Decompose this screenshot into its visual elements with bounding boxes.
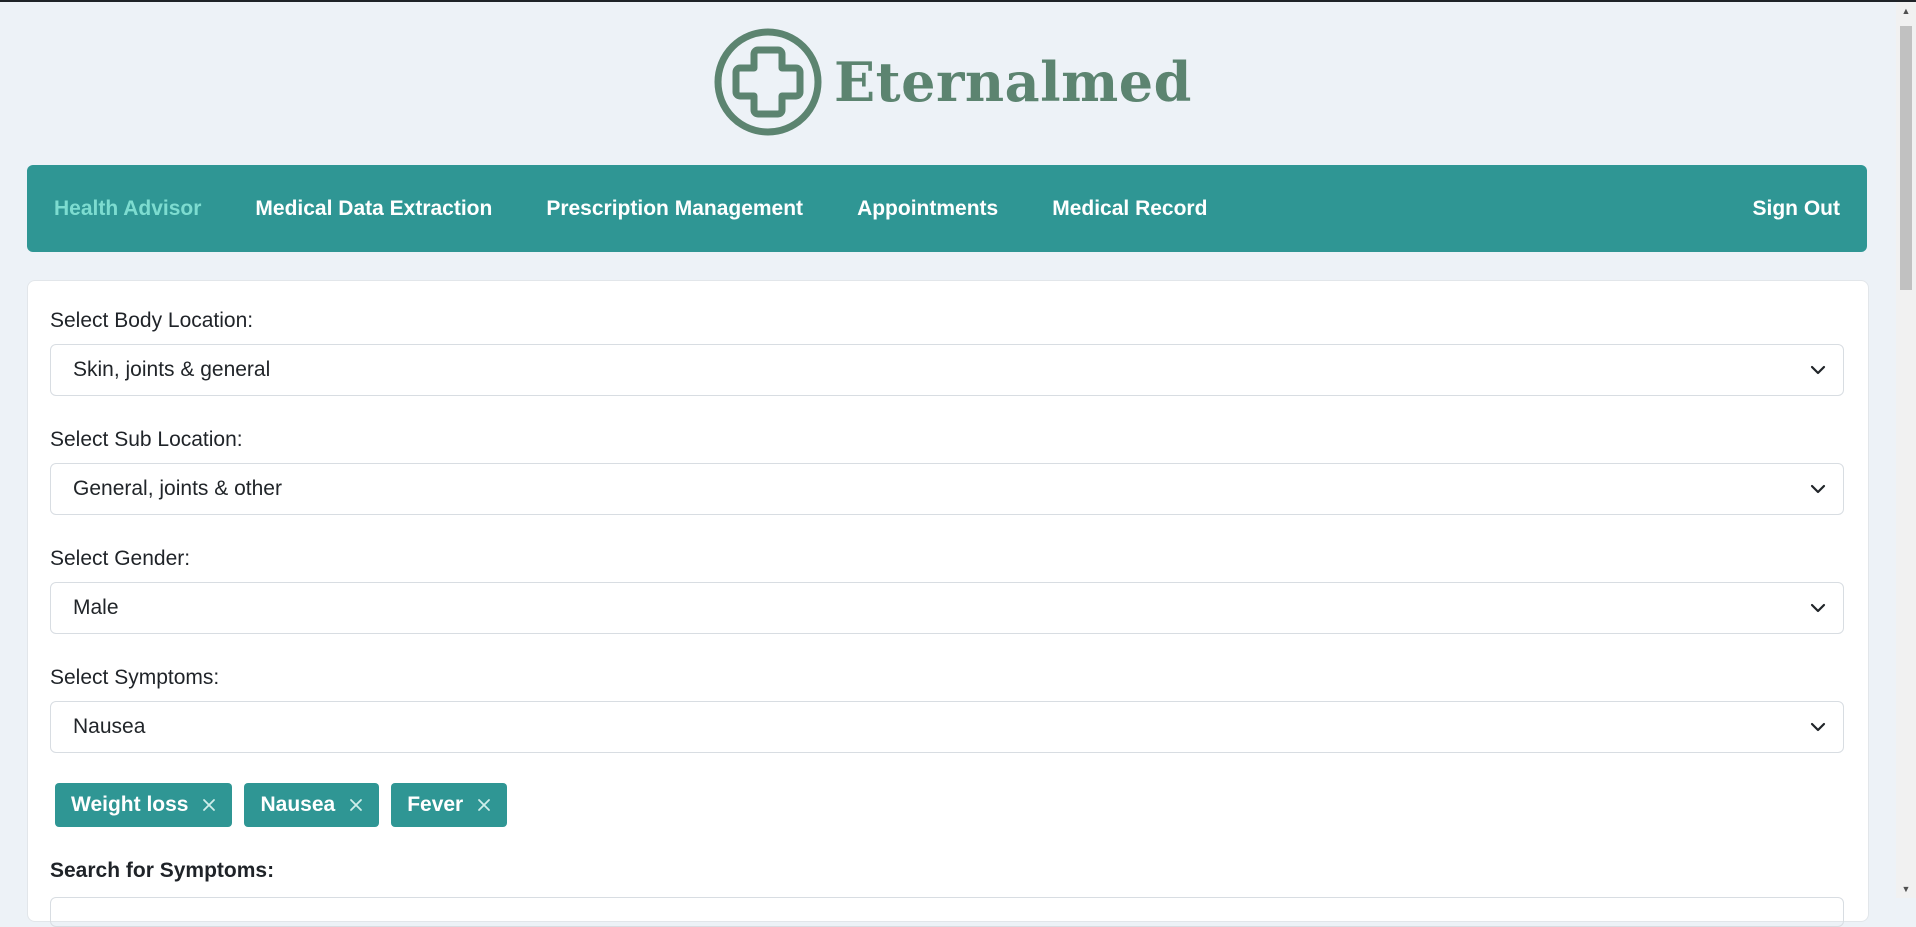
symptom-tag-label: Fever	[407, 793, 464, 816]
app-name: Eternalmed	[834, 50, 1192, 114]
chevron-down-icon	[1810, 722, 1826, 732]
symptoms-value: Nausea	[73, 715, 146, 738]
search-symptoms-input[interactable]	[50, 897, 1844, 927]
sign-out-link[interactable]: Sign Out	[1753, 197, 1841, 221]
body-location-label: Select Body Location:	[50, 309, 254, 332]
nav-item-health-advisor[interactable]: Health Advisor	[54, 197, 201, 221]
app-logo: Eternalmed	[714, 28, 1192, 136]
gender-label: Select Gender:	[50, 547, 191, 570]
symptom-tag-label: Nausea	[260, 793, 336, 816]
chevron-down-icon	[1810, 484, 1826, 494]
symptom-tag: Nausea	[244, 783, 380, 827]
selected-symptoms-tags: Weight loss Nausea Fever	[55, 783, 508, 827]
close-icon[interactable]	[349, 798, 363, 812]
gender-value: Male	[73, 596, 119, 619]
gender-select[interactable]: Male	[50, 582, 1844, 634]
symptom-tag: Fever	[391, 783, 508, 827]
scroll-up-arrow-icon[interactable]: ▲	[1896, 2, 1916, 20]
health-advisor-form-card: Select Body Location: Skin, joints & gen…	[27, 280, 1869, 927]
symptom-tag: Weight loss	[55, 783, 233, 827]
chevron-down-icon	[1810, 603, 1826, 613]
sub-location-label: Select Sub Location:	[50, 428, 243, 451]
search-symptoms-label: Search for Symptoms:	[50, 859, 275, 882]
nav-item-medical-record[interactable]: Medical Record	[1052, 197, 1207, 221]
nav-item-medical-data-extraction[interactable]: Medical Data Extraction	[255, 197, 492, 221]
window-top-border	[0, 0, 1916, 2]
scrollbar-thumb[interactable]	[1900, 26, 1912, 290]
nav-item-appointments[interactable]: Appointments	[857, 197, 998, 221]
scroll-down-arrow-icon[interactable]: ▼	[1896, 880, 1916, 898]
medical-cross-icon	[714, 28, 822, 136]
close-icon[interactable]	[202, 798, 216, 812]
close-icon[interactable]	[477, 798, 491, 812]
body-location-value: Skin, joints & general	[73, 358, 271, 381]
symptoms-select[interactable]: Nausea	[50, 701, 1844, 753]
page-scrollbar[interactable]: ▲ ▼	[1896, 2, 1916, 898]
main-navbar: Health Advisor Medical Data Extraction P…	[27, 165, 1867, 252]
nav-item-prescription-management[interactable]: Prescription Management	[546, 197, 803, 221]
chevron-down-icon	[1810, 365, 1826, 375]
body-location-select[interactable]: Skin, joints & general	[50, 344, 1844, 396]
sub-location-value: General, joints & other	[73, 477, 282, 500]
symptom-tag-label: Weight loss	[71, 793, 189, 816]
symptoms-label: Select Symptoms:	[50, 666, 220, 689]
sub-location-select[interactable]: General, joints & other	[50, 463, 1844, 515]
